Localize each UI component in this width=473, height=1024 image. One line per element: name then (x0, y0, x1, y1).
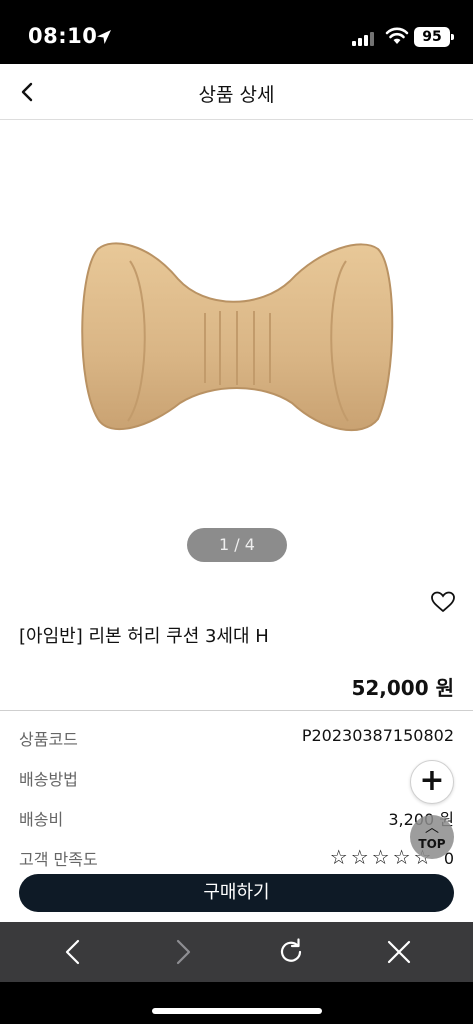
header: 상품 상세 (0, 64, 473, 120)
page-title: 상품 상세 (198, 84, 275, 106)
battery-level: 95 (422, 29, 442, 45)
heart-icon[interactable] (430, 590, 456, 614)
product-name: [아임반] 리본 허리 쿠션 3세대 H (19, 626, 269, 647)
forward-arrow-icon[interactable] (166, 936, 198, 968)
info-row-delivery-fee: 배송비 3,200 원 (19, 806, 454, 832)
buy-button[interactable]: 구매하기 (19, 874, 454, 912)
home-indicator[interactable] (152, 1008, 322, 1014)
info-label: 배송방법 (19, 770, 78, 789)
info-row-product-code: 상품코드 P20230387150802 (19, 726, 454, 752)
image-pager: 1 / 4 (187, 528, 287, 562)
info-value: P20230387150802 (301, 726, 454, 745)
info-label: 배송비 (19, 810, 64, 829)
chevron-up-icon: ︿ (425, 820, 439, 836)
product-image-carousel[interactable] (0, 121, 473, 581)
cellular-signal-icon (352, 30, 376, 46)
close-icon[interactable] (383, 936, 415, 968)
plus-button[interactable]: + (410, 760, 454, 804)
info-label: 고객 만족도 (19, 850, 98, 869)
browser-toolbar (0, 922, 473, 982)
wifi-icon (385, 27, 409, 44)
product-image (81, 242, 394, 432)
info-row-satisfaction: 고객 만족도 ☆☆☆☆☆ 0 (19, 846, 454, 872)
top-label: TOP (418, 837, 446, 851)
divider (0, 710, 473, 711)
info-label: 상품코드 (19, 730, 78, 749)
scroll-top-button[interactable]: ︿ TOP (410, 815, 454, 859)
back-arrow-icon[interactable] (58, 936, 90, 968)
reload-icon[interactable] (275, 936, 307, 968)
status-bar: 08:10 95 (0, 0, 473, 64)
product-price: 52,000 원 (351, 676, 454, 700)
info-row-delivery-method: 배송방법 (19, 766, 454, 792)
home-area (0, 982, 473, 1024)
status-time: 08:10 (28, 24, 98, 48)
battery-icon: 95 (414, 27, 454, 47)
location-arrow-icon (97, 30, 111, 44)
